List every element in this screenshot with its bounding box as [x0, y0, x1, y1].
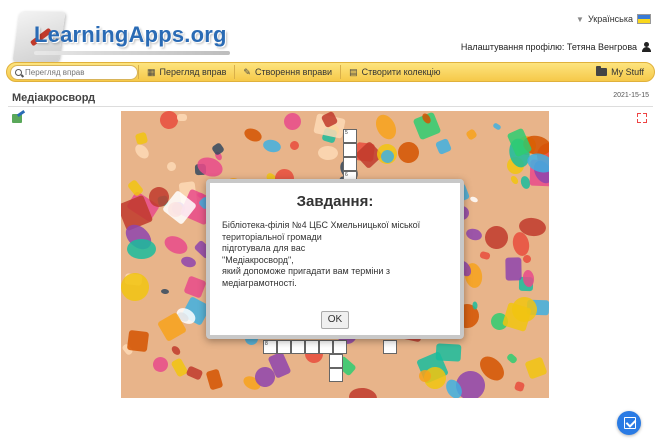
decorative-shape: [464, 227, 484, 242]
grid-icon: ▦: [147, 66, 156, 77]
decorative-shape: [283, 112, 302, 131]
decorative-shape: [505, 352, 519, 365]
decorative-shape: [513, 380, 526, 393]
decorative-shape: [524, 356, 548, 380]
decorative-shape: [134, 131, 149, 146]
decorative-shape: [183, 275, 207, 299]
collection-icon: ▤: [349, 66, 358, 77]
decorative-shape: [177, 114, 187, 121]
decorative-shape: [492, 122, 502, 131]
decorative-shape: [132, 141, 152, 162]
app-frame: 5 6 8 Завдання: Бібліотека-філія №4 ЦБС …: [121, 111, 549, 398]
decorative-shape: [509, 174, 520, 186]
user-icon: [641, 42, 651, 52]
dialog-text: Бібліотека-філія №4 ЦБС Хмельницької міс…: [222, 220, 421, 288]
decorative-shape: [242, 125, 264, 145]
decorative-shape: [348, 386, 378, 398]
decorative-shape: [185, 365, 204, 381]
decorative-shape: [180, 255, 197, 269]
decorative-shape: [505, 257, 522, 281]
search-input[interactable]: [25, 67, 125, 77]
divider: [8, 106, 653, 107]
logo-underline: [34, 51, 230, 55]
browse-exercises-label: Перегляд вправ: [159, 67, 227, 77]
crossword-cell[interactable]: [343, 143, 357, 157]
crossword-cell[interactable]: 5: [343, 129, 357, 143]
date-label: 2021-15-15: [613, 92, 649, 99]
browse-exercises-link[interactable]: ▦ Перегляд вправ: [138, 65, 234, 79]
decorative-shape: [469, 195, 479, 204]
crossword-cell[interactable]: [383, 340, 397, 354]
search-box[interactable]: [10, 64, 138, 80]
decorative-shape: [211, 142, 225, 156]
language-label: Українська: [587, 14, 633, 24]
decorative-shape: [465, 128, 478, 141]
edit-app-icon[interactable]: [12, 109, 26, 124]
decorative-shape: [261, 138, 283, 154]
decorative-shape: [170, 344, 182, 357]
check-solution-button[interactable]: [617, 411, 641, 435]
crossword-cell[interactable]: [343, 157, 357, 171]
chevron-down-icon: ▼: [576, 14, 584, 24]
crossword-cell[interactable]: [277, 340, 291, 354]
crossword-cell[interactable]: [291, 340, 305, 354]
decorative-shape: [166, 161, 177, 172]
pencil-icon: ✎: [243, 66, 251, 77]
task-dialog: Завдання: Бібліотека-філія №4 ЦБС Хмельн…: [206, 179, 464, 339]
crossword-cell[interactable]: [319, 340, 333, 354]
page-title: Медіакросворд: [12, 92, 96, 104]
search-icon: [15, 68, 22, 76]
decorative-shape: [397, 141, 420, 164]
decorative-shape: [317, 145, 339, 161]
profile-label: Налаштування профілю: Тетяна Венгрова: [460, 42, 637, 52]
logo[interactable]: LearningApps.org: [8, 8, 230, 64]
decorative-shape: [126, 329, 150, 353]
crossword-cell[interactable]: [333, 340, 347, 354]
decorative-shape: [160, 288, 170, 295]
decorative-shape: [161, 232, 191, 258]
flag-icon: [637, 14, 651, 24]
decorative-shape: [150, 354, 171, 375]
crossword-cell[interactable]: [329, 368, 343, 382]
decorative-shape: [127, 239, 156, 259]
crossword-cell[interactable]: [305, 340, 319, 354]
folder-icon: [596, 66, 608, 76]
ok-button[interactable]: OK: [321, 311, 349, 329]
decorative-shape: [121, 269, 153, 305]
dialog-heading: Завдання:: [296, 193, 374, 210]
my-stuff-link[interactable]: My Stuff: [596, 66, 654, 77]
decorative-shape: [481, 222, 512, 253]
create-collection-link[interactable]: ▤ Створити колекцію: [340, 65, 448, 79]
decorative-shape: [371, 111, 401, 143]
create-collection-label: Створити колекцію: [361, 67, 441, 77]
logo-text: LearningApps.org: [34, 22, 227, 47]
create-exercise-link[interactable]: ✎ Створення вправи: [234, 65, 340, 79]
crossword-cell[interactable]: [329, 354, 343, 368]
language-selector[interactable]: ▼ Українська: [576, 14, 651, 24]
create-exercise-label: Створення вправи: [254, 67, 333, 77]
crossword-cell[interactable]: 8: [263, 340, 277, 354]
my-stuff-label: My Stuff: [611, 67, 644, 77]
fullscreen-icon[interactable]: [637, 113, 647, 123]
decorative-shape: [288, 139, 301, 152]
decorative-shape: [205, 368, 224, 391]
main-toolbar: ▦ Перегляд вправ ✎ Створення вправи ▤ Ст…: [6, 62, 655, 82]
decorative-shape: [479, 250, 491, 261]
profile-settings-link[interactable]: Налаштування профілю: Тетяна Венгрова: [461, 42, 651, 52]
decorative-shape: [434, 137, 453, 156]
